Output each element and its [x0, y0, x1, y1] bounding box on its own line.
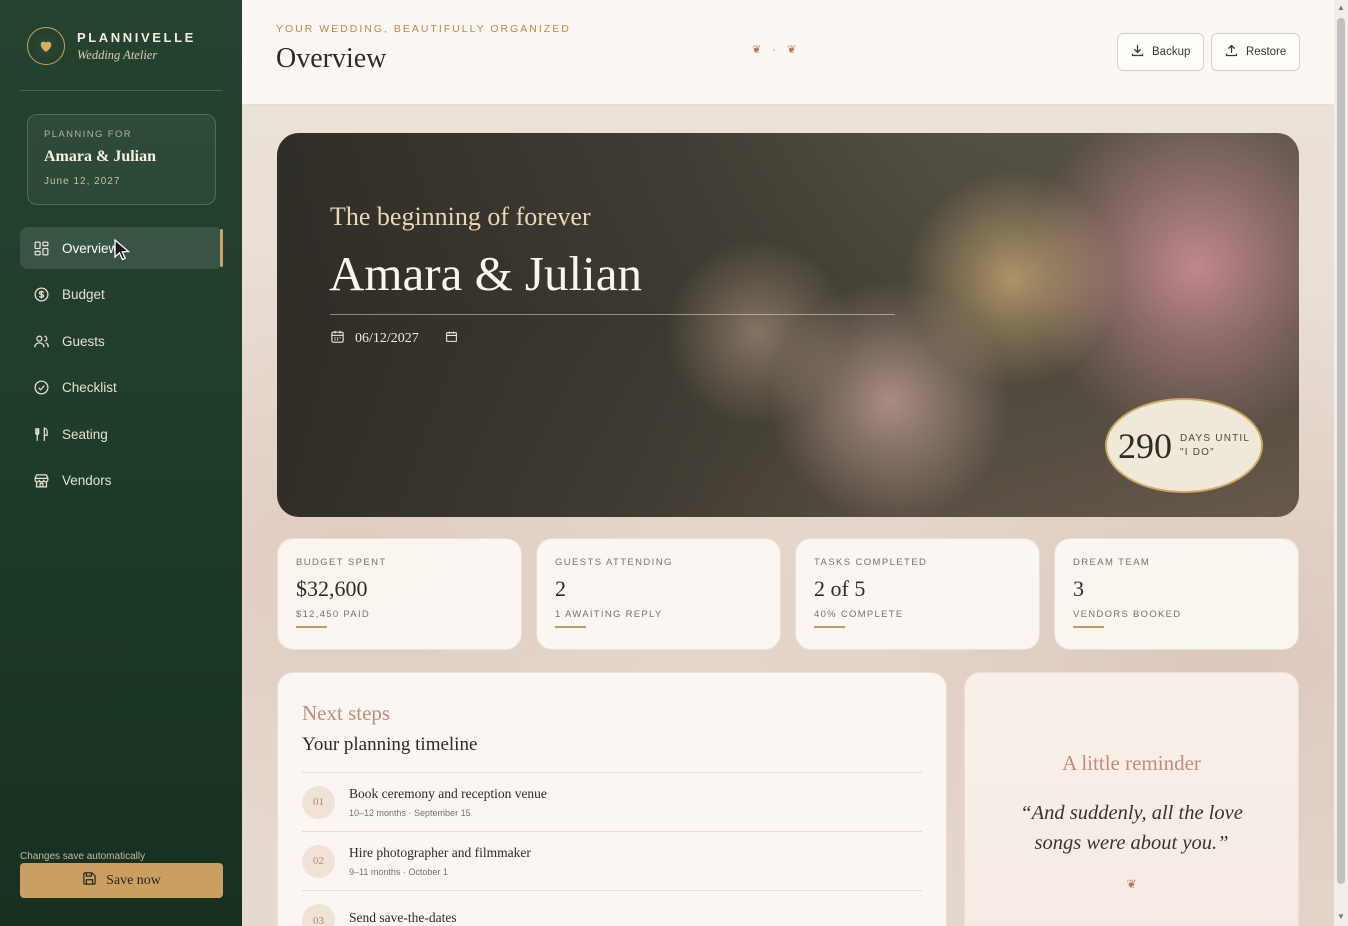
restore-label: Restore: [1246, 46, 1287, 58]
sidebar-item-label: Overview: [62, 240, 119, 256]
top-bar: YOUR WEDDING, BEAUTIFULLY ORGANIZED Over…: [242, 0, 1334, 105]
grid-icon: [32, 239, 50, 257]
brand-name: PLANNIVELLE: [77, 29, 196, 45]
sidebar-divider: [20, 90, 222, 91]
planning-card: PLANNING FOR Amara & Julian June 12, 202…: [27, 114, 216, 205]
scroll-down-icon[interactable]: ▼: [1336, 912, 1346, 922]
stat-value: 2 of 5: [814, 576, 866, 601]
countdown-badge: 290 DAYS UNTIL "I DO": [1105, 398, 1263, 493]
sidebar-item-label: Checklist: [62, 380, 117, 396]
countdown-days: 290: [1118, 425, 1172, 466]
step-meta: 9–11 months · October 1: [349, 867, 448, 877]
stat-label: GUESTS ATTENDING: [555, 557, 673, 568]
stat-accent-bar: [1073, 626, 1104, 628]
wedding-date-input[interactable]: 06/12/2027: [330, 329, 458, 349]
step-number: 01: [302, 785, 335, 819]
next-steps-panel: Next steps Your planning timeline 01 Boo…: [277, 672, 947, 926]
page-scrollbar[interactable]: ▲ ▼: [1334, 0, 1348, 926]
dollar-circle-icon: [32, 286, 50, 304]
step-title: Book ceremony and reception venue: [349, 786, 547, 801]
stat-card-vendors[interactable]: DREAM TEAM 3 VENDORS BOOKED: [1054, 538, 1299, 650]
page-title: Overview: [276, 43, 387, 74]
reminder-panel: A little reminder “And suddenly, all the…: [964, 672, 1299, 926]
stat-card-budget[interactable]: BUDGET SPENT $32,600 $12,450 PAID: [277, 538, 522, 650]
backup-button[interactable]: Backup: [1117, 33, 1204, 71]
autosave-note: Changes save automatically: [20, 851, 146, 862]
stat-card-tasks[interactable]: TASKS COMPLETED 2 of 5 40% COMPLETE: [795, 538, 1040, 650]
stat-sub: $12,450 PAID: [296, 609, 371, 620]
restore-button[interactable]: Restore: [1211, 33, 1300, 71]
wedding-date-value: 06/12/2027: [355, 331, 419, 346]
page-eyebrow: YOUR WEDDING, BEAUTIFULLY ORGANIZED: [276, 23, 571, 35]
timeline-item[interactable]: 02 Hire photographer and filmmaker 9–11 …: [302, 832, 922, 891]
stat-label: TASKS COMPLETED: [814, 557, 928, 568]
sidebar-item-vendors[interactable]: Vendors: [20, 460, 223, 502]
calendar-icon: [330, 329, 345, 349]
stat-sub: 40% COMPLETE: [814, 609, 904, 620]
stat-accent-bar: [555, 626, 586, 628]
download-icon: [1130, 43, 1145, 61]
utensils-icon: [32, 425, 50, 443]
planning-date: June 12, 2027: [44, 176, 121, 187]
sidebar-item-label: Guests: [62, 333, 105, 349]
ornament-icon: ❦ · ❦: [752, 44, 801, 56]
mouse-cursor-icon: [112, 238, 134, 267]
planning-label: PLANNING FOR: [44, 129, 133, 140]
upload-icon: [1224, 43, 1239, 61]
step-title: Send save-the-dates: [349, 909, 457, 925]
save-icon: [82, 871, 97, 891]
timeline-item[interactable]: 01 Book ceremony and reception venue 10–…: [302, 773, 922, 832]
hero-tagline: The beginning of forever: [330, 202, 591, 231]
step-number: 03: [302, 904, 335, 926]
hero-banner: The beginning of forever Amara & Julian …: [277, 133, 1299, 517]
step-meta: 10–12 months · September 15: [349, 808, 471, 818]
scroll-thumb[interactable]: [1337, 18, 1345, 884]
next-steps-kicker: Next steps: [302, 701, 391, 725]
sidebar-item-seating[interactable]: Seating: [20, 413, 223, 455]
stat-accent-bar: [814, 626, 845, 628]
stat-card-guests[interactable]: GUESTS ATTENDING 2 1 AWAITING REPLY: [536, 538, 781, 650]
users-icon: [32, 332, 50, 350]
hero-divider: [330, 314, 895, 315]
sidebar-item-label: Budget: [62, 287, 105, 303]
stat-value: $32,600: [296, 576, 368, 601]
stat-value: 3: [1073, 576, 1084, 601]
save-label: Save now: [106, 872, 161, 888]
save-button[interactable]: Save now: [20, 863, 223, 898]
reminder-title: A little reminder: [1062, 751, 1201, 775]
timeline-item[interactable]: 03 Send save-the-dates: [302, 891, 922, 926]
sidebar-item-label: Seating: [62, 426, 108, 442]
ornament-icon: ❦: [1126, 877, 1137, 891]
check-circle-icon: [32, 379, 50, 397]
stat-label: BUDGET SPENT: [296, 557, 387, 568]
backup-label: Backup: [1152, 46, 1191, 58]
sidebar-item-checklist[interactable]: Checklist: [20, 367, 223, 409]
countdown-label: DAYS UNTIL "I DO": [1180, 432, 1250, 458]
stat-accent-bar: [296, 626, 327, 628]
sidebar-item-budget[interactable]: Budget: [20, 274, 223, 316]
date-picker-icon[interactable]: [445, 330, 458, 348]
stat-sub: 1 AWAITING REPLY: [555, 609, 663, 620]
timeline-title: Your planning timeline: [302, 734, 478, 755]
step-number: 02: [302, 844, 335, 878]
stat-label: DREAM TEAM: [1073, 557, 1151, 568]
store-icon: [32, 472, 50, 490]
scroll-up-icon[interactable]: ▲: [1336, 3, 1346, 13]
stat-sub: VENDORS BOOKED: [1073, 609, 1182, 620]
sidebar: PLANNIVELLE Wedding Atelier PLANNING FOR…: [0, 0, 242, 926]
hero-couple-names[interactable]: Amara & Julian: [329, 245, 642, 302]
brand-subtitle: Wedding Atelier: [77, 47, 158, 62]
sidebar-item-guests[interactable]: Guests: [20, 320, 223, 362]
step-title: Hire photographer and filmmaker: [349, 845, 531, 860]
main-content: YOUR WEDDING, BEAUTIFULLY ORGANIZED Over…: [242, 0, 1334, 926]
sidebar-item-label: Vendors: [62, 473, 112, 489]
sidebar-nav: Overview Budget Guests Checklist Seating: [20, 227, 223, 507]
reminder-quote: “And suddenly, all the love songs were a…: [1020, 802, 1243, 854]
brand[interactable]: PLANNIVELLE Wedding Atelier: [27, 27, 196, 65]
stat-value: 2: [555, 576, 566, 601]
planning-couple: Amara & Julian: [44, 148, 156, 165]
heart-icon: [27, 27, 65, 65]
